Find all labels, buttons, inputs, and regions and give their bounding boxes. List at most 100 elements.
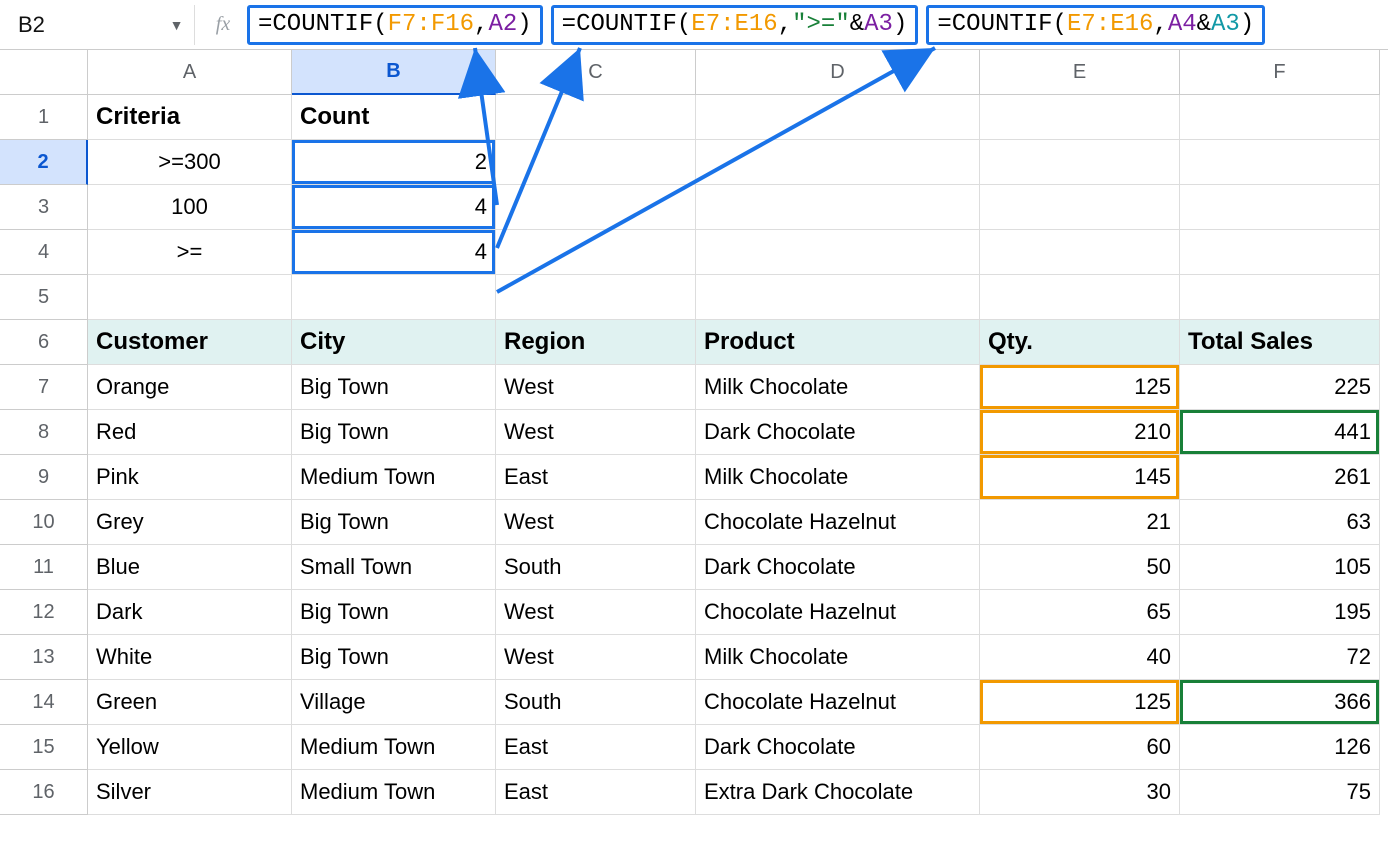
cell-A15[interactable]: Yellow bbox=[88, 725, 292, 770]
cell-F13[interactable]: 72 bbox=[1180, 635, 1380, 680]
cell-B15[interactable]: Medium Town bbox=[292, 725, 496, 770]
name-box-dropdown[interactable]: ▼ bbox=[159, 5, 195, 45]
cell-D11[interactable]: Dark Chocolate bbox=[696, 545, 980, 590]
cell-F6[interactable]: Total Sales bbox=[1180, 320, 1380, 365]
cell[interactable] bbox=[1180, 230, 1380, 275]
cell-F12[interactable]: 195 bbox=[1180, 590, 1380, 635]
cell-F9[interactable]: 261 bbox=[1180, 455, 1380, 500]
cell-B8[interactable]: Big Town bbox=[292, 410, 496, 455]
name-box[interactable]: B2 bbox=[4, 5, 159, 45]
cell-A9[interactable]: Pink bbox=[88, 455, 292, 500]
cell[interactable] bbox=[980, 230, 1180, 275]
row-head-1[interactable]: 1 bbox=[0, 95, 88, 140]
cell[interactable] bbox=[496, 275, 696, 320]
cell-B6[interactable]: City bbox=[292, 320, 496, 365]
col-head-B[interactable]: B bbox=[292, 50, 496, 95]
cell-C7[interactable]: West bbox=[496, 365, 696, 410]
cell-E11[interactable]: 50 bbox=[980, 545, 1180, 590]
cell-B2[interactable]: 2 bbox=[292, 140, 496, 185]
cell-D15[interactable]: Dark Chocolate bbox=[696, 725, 980, 770]
cell-E12[interactable]: 65 bbox=[980, 590, 1180, 635]
cell-B3[interactable]: 4 bbox=[292, 185, 496, 230]
cell-F10[interactable]: 63 bbox=[1180, 500, 1380, 545]
cell-A16[interactable]: Silver bbox=[88, 770, 292, 815]
cell-B16[interactable]: Medium Town bbox=[292, 770, 496, 815]
cell-B9[interactable]: Medium Town bbox=[292, 455, 496, 500]
row-head-9[interactable]: 9 bbox=[0, 455, 88, 500]
cell-D6[interactable]: Product bbox=[696, 320, 980, 365]
cell-F7[interactable]: 225 bbox=[1180, 365, 1380, 410]
cell-E7[interactable]: 125 bbox=[980, 365, 1180, 410]
cell-B11[interactable]: Small Town bbox=[292, 545, 496, 590]
cell-B1[interactable]: Count bbox=[292, 95, 496, 140]
cell-F11[interactable]: 105 bbox=[1180, 545, 1380, 590]
cell-B12[interactable]: Big Town bbox=[292, 590, 496, 635]
cell-D10[interactable]: Chocolate Hazelnut bbox=[696, 500, 980, 545]
col-head-D[interactable]: D bbox=[696, 50, 980, 95]
cell[interactable] bbox=[1180, 275, 1380, 320]
cell-D9[interactable]: Milk Chocolate bbox=[696, 455, 980, 500]
cell[interactable] bbox=[496, 140, 696, 185]
row-head-2[interactable]: 2 bbox=[0, 140, 88, 185]
row-head-16[interactable]: 16 bbox=[0, 770, 88, 815]
cell-C14[interactable]: South bbox=[496, 680, 696, 725]
cell-A3[interactable]: 100 bbox=[88, 185, 292, 230]
cell-D12[interactable]: Chocolate Hazelnut bbox=[696, 590, 980, 635]
cell-F8[interactable]: 441 bbox=[1180, 410, 1380, 455]
cell-A4[interactable]: >= bbox=[88, 230, 292, 275]
cell[interactable] bbox=[980, 140, 1180, 185]
cell-C9[interactable]: East bbox=[496, 455, 696, 500]
cell[interactable] bbox=[1180, 140, 1380, 185]
cell[interactable] bbox=[980, 95, 1180, 140]
cell-A8[interactable]: Red bbox=[88, 410, 292, 455]
cell-C15[interactable]: East bbox=[496, 725, 696, 770]
cell[interactable] bbox=[980, 185, 1180, 230]
cell-A12[interactable]: Dark bbox=[88, 590, 292, 635]
row-head-4[interactable]: 4 bbox=[0, 230, 88, 275]
cell[interactable] bbox=[696, 95, 980, 140]
cell[interactable] bbox=[496, 95, 696, 140]
cell-A1[interactable]: Criteria bbox=[88, 95, 292, 140]
cell-A10[interactable]: Grey bbox=[88, 500, 292, 545]
col-head-A[interactable]: A bbox=[88, 50, 292, 95]
cell-F16[interactable]: 75 bbox=[1180, 770, 1380, 815]
cell-B10[interactable]: Big Town bbox=[292, 500, 496, 545]
cell-A11[interactable]: Blue bbox=[88, 545, 292, 590]
cell-F15[interactable]: 126 bbox=[1180, 725, 1380, 770]
row-head-5[interactable]: 5 bbox=[0, 275, 88, 320]
col-head-C[interactable]: C bbox=[496, 50, 696, 95]
row-head-14[interactable]: 14 bbox=[0, 680, 88, 725]
cell-C13[interactable]: West bbox=[496, 635, 696, 680]
row-head-6[interactable]: 6 bbox=[0, 320, 88, 365]
cell-A14[interactable]: Green bbox=[88, 680, 292, 725]
cell-E6[interactable]: Qty. bbox=[980, 320, 1180, 365]
cell-E8[interactable]: 210 bbox=[980, 410, 1180, 455]
cell-B13[interactable]: Big Town bbox=[292, 635, 496, 680]
cell[interactable] bbox=[292, 275, 496, 320]
cell-C8[interactable]: West bbox=[496, 410, 696, 455]
cell[interactable] bbox=[88, 275, 292, 320]
cell[interactable] bbox=[1180, 185, 1380, 230]
cell-E14[interactable]: 125 bbox=[980, 680, 1180, 725]
cell-B14[interactable]: Village bbox=[292, 680, 496, 725]
cell-C6[interactable]: Region bbox=[496, 320, 696, 365]
cell-B4[interactable]: 4 bbox=[292, 230, 496, 275]
cell[interactable] bbox=[696, 140, 980, 185]
cell-F14[interactable]: 366 bbox=[1180, 680, 1380, 725]
cell-D16[interactable]: Extra Dark Chocolate bbox=[696, 770, 980, 815]
cell-E13[interactable]: 40 bbox=[980, 635, 1180, 680]
cell-D14[interactable]: Chocolate Hazelnut bbox=[696, 680, 980, 725]
cell[interactable] bbox=[1180, 95, 1380, 140]
cell-A7[interactable]: Orange bbox=[88, 365, 292, 410]
cell-A2[interactable]: >=300 bbox=[88, 140, 292, 185]
cell-C12[interactable]: West bbox=[496, 590, 696, 635]
cell-D8[interactable]: Dark Chocolate bbox=[696, 410, 980, 455]
cell-D13[interactable]: Milk Chocolate bbox=[696, 635, 980, 680]
cell-C16[interactable]: East bbox=[496, 770, 696, 815]
col-head-F[interactable]: F bbox=[1180, 50, 1380, 95]
cell-A6[interactable]: Customer bbox=[88, 320, 292, 365]
cell-C11[interactable]: South bbox=[496, 545, 696, 590]
cell-B7[interactable]: Big Town bbox=[292, 365, 496, 410]
row-head-13[interactable]: 13 bbox=[0, 635, 88, 680]
row-head-15[interactable]: 15 bbox=[0, 725, 88, 770]
